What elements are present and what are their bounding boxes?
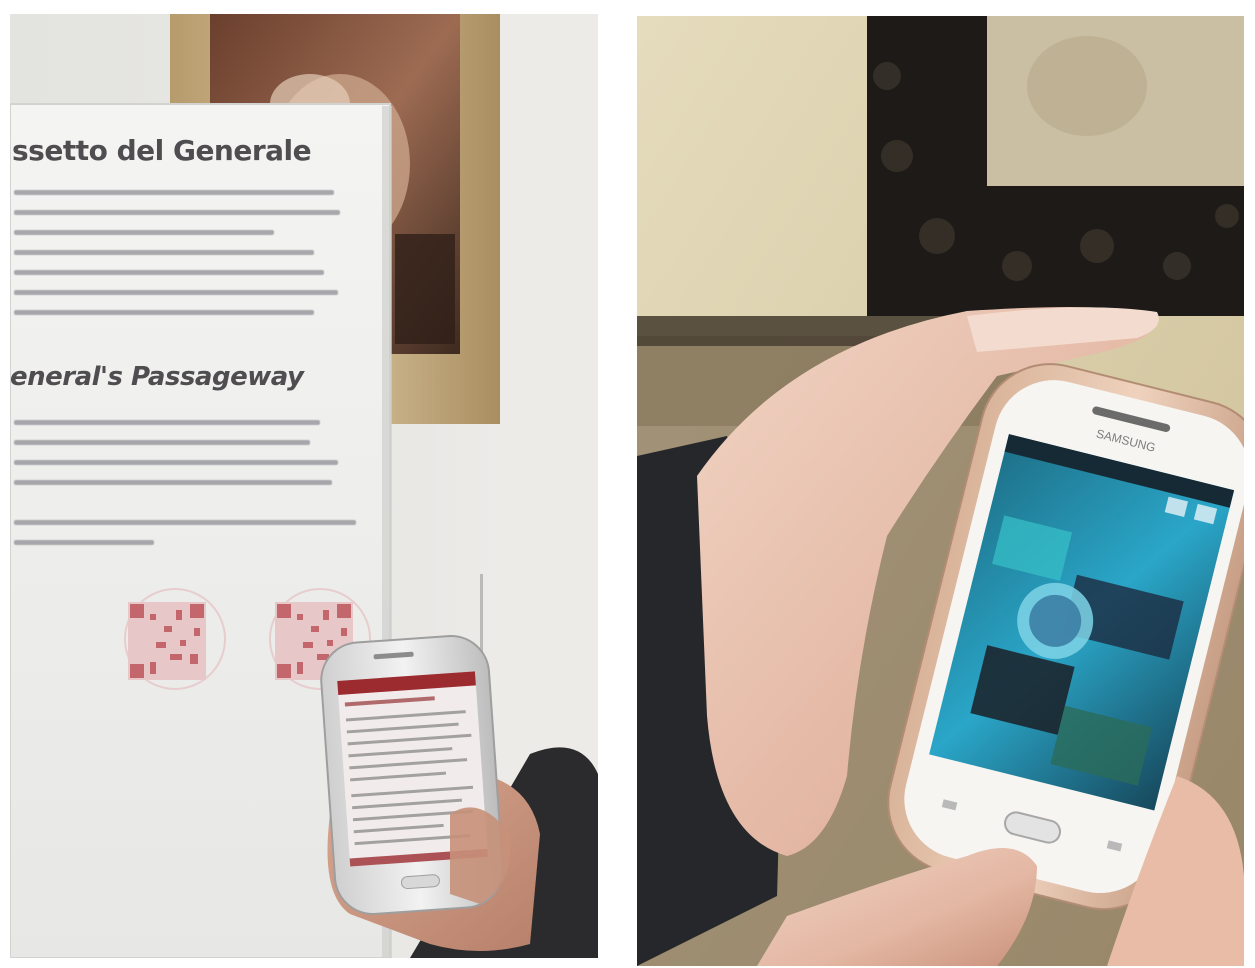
- right-photo: SAMSUNG: [637, 16, 1244, 966]
- left-photo: ssetto del Generale eneral's Passageway: [10, 14, 598, 958]
- right-photo-scene: SAMSUNG: [637, 16, 1244, 966]
- panel-title-english: eneral's Passageway: [10, 362, 304, 392]
- panel-title-italian: ssetto del Generale: [12, 134, 312, 167]
